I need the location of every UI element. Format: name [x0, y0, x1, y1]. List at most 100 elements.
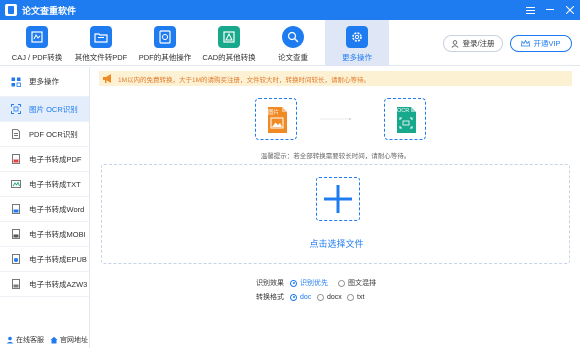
sidebar-item-ebook-pdf[interactable]: 电子书转成PDF [0, 147, 89, 172]
radio-format-txt[interactable]: txt [347, 293, 365, 301]
cad-icon [218, 26, 240, 48]
support-icon [6, 336, 14, 344]
sidebar-item-label: 电子书转成EPUB [29, 254, 87, 264]
flow-source-label: 图片 [268, 110, 280, 116]
title-bar: 论文查重软件 [0, 0, 580, 20]
sidebar-item-label: 电子书转成PDF [29, 154, 82, 164]
flow-arrow-icon [320, 118, 352, 120]
pdf-ocr-icon [11, 129, 21, 139]
radio-dot [338, 279, 345, 287]
user-icon [451, 39, 459, 48]
sidebar-item-ebook-epub[interactable]: 电子书转成EPUB [0, 247, 89, 272]
sidebar-item-label: 电子书转成Word [29, 204, 85, 214]
tool-label: 其他文件转PDF [74, 53, 128, 62]
radio-format-doc[interactable]: doc [290, 293, 312, 301]
ebook-epub-icon [11, 254, 21, 264]
sidebar-item-label: PDF OCR识别 [29, 129, 78, 139]
select-file-label[interactable]: 点击选择文件 [102, 237, 571, 250]
notice-banner: 1M以内的免费转换，大于1M的请购买注册，文件较大时，转换时间较长，请耐心等待。 [99, 71, 572, 86]
login-button[interactable]: 登录/注册 [443, 35, 503, 52]
hamburger-icon[interactable] [520, 0, 540, 20]
format-option-row: 转换格式 doc docx txt [91, 291, 580, 303]
tool-more-ops[interactable]: 更多操作 [325, 20, 389, 66]
ocr-file-icon [397, 107, 416, 133]
plus-icon [324, 185, 352, 213]
sidebar-header-label: 更多操作 [29, 77, 59, 86]
radio-dot [317, 293, 324, 301]
app-title: 论文查重软件 [22, 5, 77, 16]
main-panel: 1M以内的免费转换，大于1M的请购买注册，文件较大时，转换时间较长，请耐心等待。… [91, 67, 580, 348]
tool-file-to-pdf[interactable]: 其他文件转PDF [69, 20, 133, 66]
sidebar-item-label: 电子书转成MOBI [29, 229, 86, 239]
tool-label: CAJ / PDF转换 [11, 53, 63, 62]
sidebar-item-label: 图片 OCR识别 [29, 104, 78, 114]
radio-label: 识别优先 [300, 280, 328, 287]
login-label: 登录/注册 [462, 39, 495, 48]
recognition-label: 识别效果 [256, 280, 284, 287]
ebook-txt-icon [11, 179, 21, 189]
tool-paper-check[interactable]: 论文查重 [261, 20, 325, 66]
gear-icon [346, 26, 368, 48]
radio-mixed-layout[interactable]: 图文混排 [338, 278, 376, 288]
image-ocr-icon [11, 104, 21, 114]
vip-label: 开通VIP [533, 39, 561, 48]
radio-format-docx[interactable]: docx [317, 293, 342, 301]
file-drop-zone[interactable]: 点击选择文件 [101, 164, 570, 264]
close-icon[interactable] [560, 0, 580, 20]
megaphone-icon [103, 74, 111, 83]
flow-source-card: 图片 [255, 98, 297, 140]
ebook-pdf-icon [11, 154, 21, 164]
website-label: 官网地址 [60, 337, 88, 344]
radio-dot [290, 279, 297, 287]
flow-target-label: OCR [397, 108, 410, 114]
sidebar-footer: 在线客服 官网地址 [0, 332, 90, 348]
tool-pdf-ops[interactable]: PDF的其他操作 [133, 20, 197, 66]
crown-icon [521, 40, 531, 47]
sidebar-item-label: 电子书转成TXT [29, 179, 81, 189]
flow-target-card: OCR [384, 98, 426, 140]
home-icon [50, 336, 58, 344]
website-link[interactable]: 官网地址 [50, 335, 88, 345]
radio-label: 图文混排 [348, 280, 376, 287]
paper-check-icon [282, 26, 304, 48]
tool-cad[interactable]: CAD的其他转换 [197, 20, 261, 66]
tool-label: PDF的其他操作 [138, 53, 192, 62]
online-support-link[interactable]: 在线客服 [6, 335, 44, 345]
ebook-word-icon [11, 204, 21, 214]
radio-label: txt [357, 293, 365, 301]
recognition-option-row: 识别效果 识别优先 图文混排 [91, 277, 580, 289]
tool-label: 更多操作 [342, 53, 372, 62]
add-file-button[interactable] [316, 177, 360, 221]
radio-dot [290, 293, 297, 301]
ebook-azw3-icon [11, 279, 21, 289]
sidebar-item-ebook-mobi[interactable]: 电子书转成MOBI [0, 222, 89, 247]
sidebar-item-ebook-word[interactable]: 电子书转成Word [0, 197, 89, 222]
radio-recognition-first[interactable]: 识别优先 [290, 278, 328, 288]
conversion-flow: 图片 OCR [255, 98, 426, 140]
format-label: 转换格式 [256, 294, 284, 301]
radio-dot [347, 293, 354, 301]
grid-icon [11, 77, 21, 87]
sidebar-item-label: 电子书转成AZW3 [29, 279, 88, 289]
tool-label: CAD的其他转换 [202, 53, 256, 62]
sidebar-item-ebook-txt[interactable]: 电子书转成TXT [0, 172, 89, 197]
app-logo-icon [5, 4, 17, 16]
sidebar-item-image-ocr[interactable]: 图片 OCR识别 [0, 97, 89, 122]
sidebar-item-pdf-ocr[interactable]: PDF OCR识别 [0, 122, 89, 147]
radio-label: doc [300, 293, 312, 301]
ebook-mobi-icon [11, 229, 21, 239]
sidebar-header: 更多操作 [0, 67, 89, 97]
minimize-icon[interactable] [540, 0, 560, 20]
tool-label: 论文查重 [278, 53, 308, 62]
image-file-icon [268, 107, 287, 133]
sidebar: 更多操作 图片 OCR识别 PDF OCR识别 电子书转成PDF 电子书转成TX… [0, 67, 90, 348]
tool-caj-pdf[interactable]: CAJ / PDF转换 [5, 20, 69, 66]
radio-label: docx [327, 293, 342, 301]
hint-text: 温馨提示：若全部转换需要较长时间，请耐心等待。 [260, 153, 411, 160]
folder-pdf-icon [90, 26, 112, 48]
pdf-ops-icon [154, 26, 176, 48]
caj-pdf-icon [26, 26, 48, 48]
sidebar-item-ebook-azw3[interactable]: 电子书转成AZW3 [0, 272, 89, 297]
notice-text: 1M以内的免费转换，大于1M的请购买注册，文件较大时，转换时间较长，请耐心等待。 [118, 76, 371, 84]
vip-button[interactable]: 开通VIP [510, 35, 572, 52]
